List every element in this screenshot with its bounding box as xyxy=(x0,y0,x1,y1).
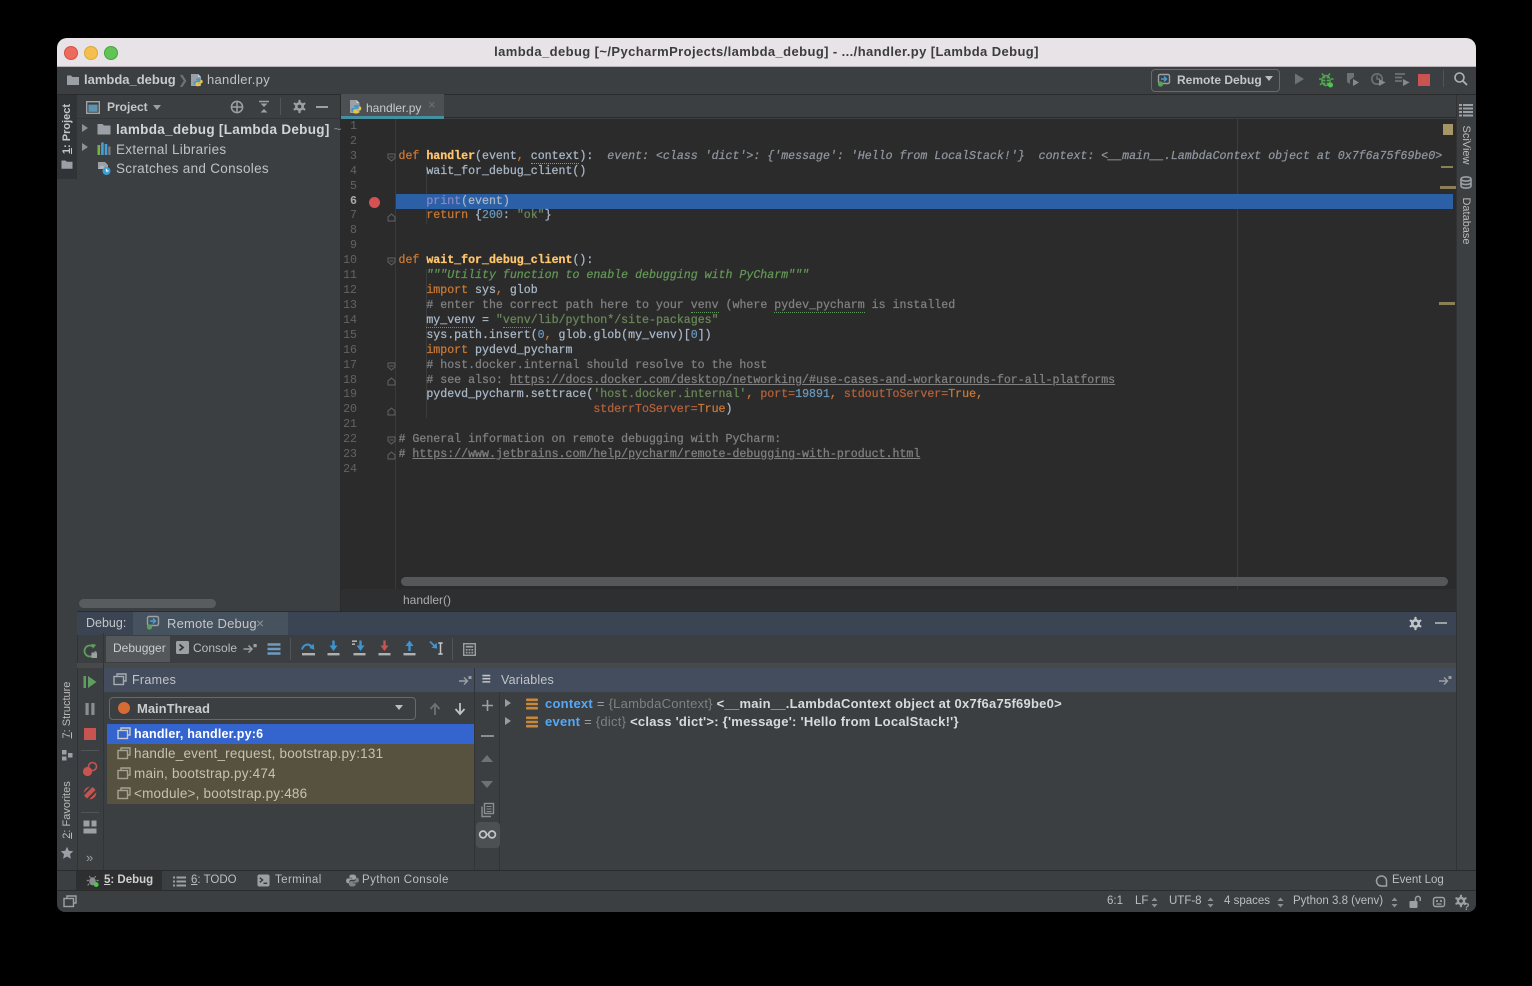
svg-text:?: ? xyxy=(1464,902,1470,910)
